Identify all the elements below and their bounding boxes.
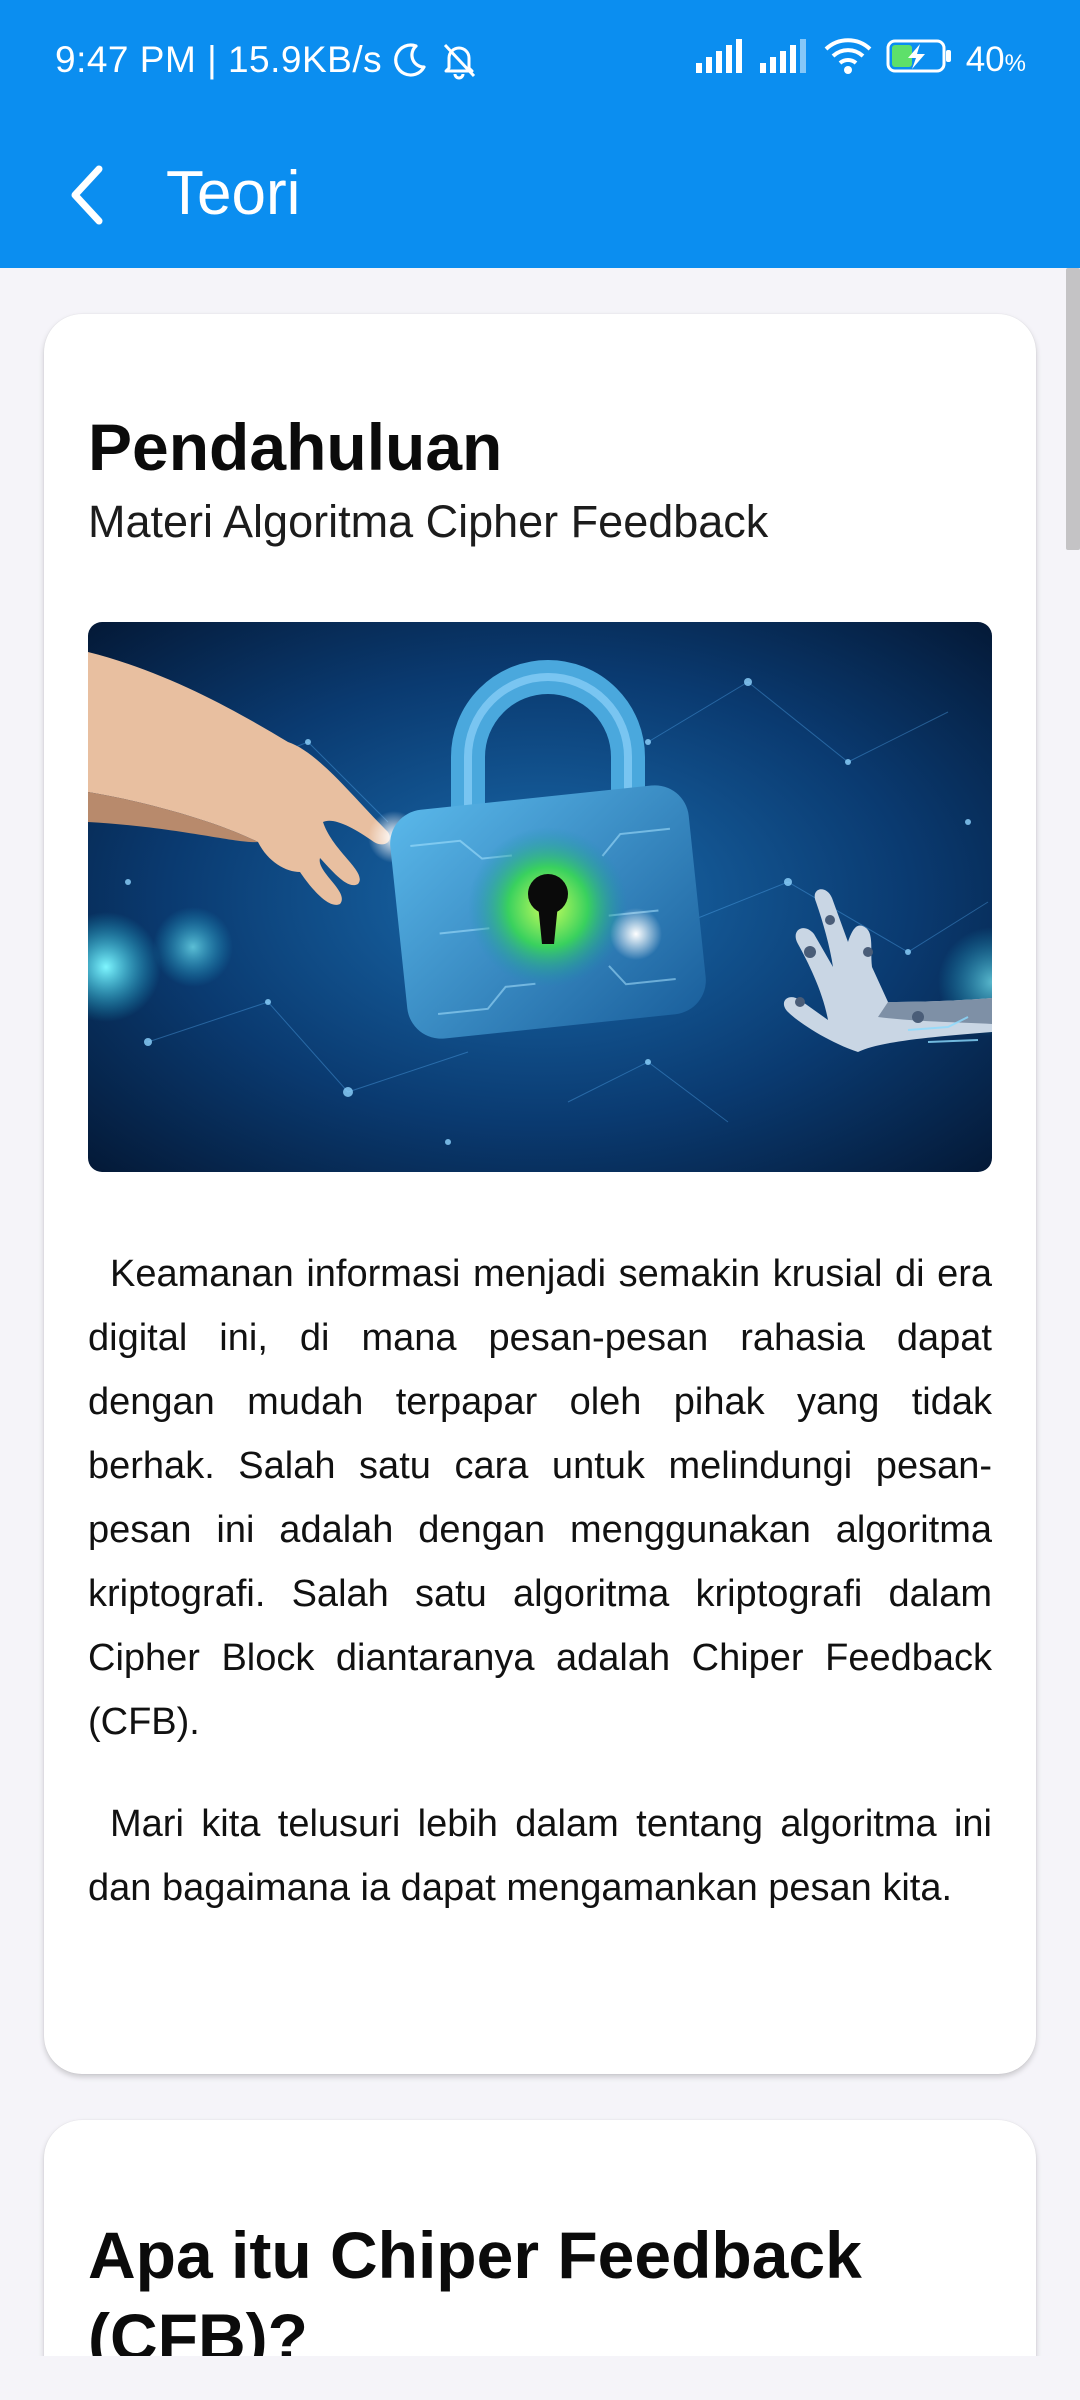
theory-screen: 9:47 PM | 15.9KB/s 40% Teori Pendahuluan… (0, 0, 1080, 2400)
card-title: Pendahuluan (88, 410, 503, 484)
status-bar: 9:47 PM | 15.9KB/s 40% (0, 0, 1080, 120)
moon-icon (390, 40, 430, 80)
wifi-icon (824, 37, 872, 84)
padlock-hands-illustration (88, 622, 992, 1172)
bell-off-icon (438, 39, 480, 81)
intro-paragraph: Keamanan informasi menjadi semakin krusi… (88, 1253, 992, 1743)
navigation-bar-area (0, 2356, 1080, 2400)
battery-percent: 40% (965, 40, 1026, 79)
scrollbar-thumb[interactable] (1066, 268, 1080, 550)
toolbar: Teori (0, 120, 1080, 268)
intro-card: Pendahuluan Materi Algoritma Cipher Feed… (44, 314, 1036, 2074)
battery-charging-icon (886, 38, 952, 83)
back-button[interactable] (42, 150, 132, 240)
status-time-speed: 9:47 PM | 15.9KB/s (55, 39, 383, 80)
signal-icon (759, 38, 810, 82)
signal-icon (695, 38, 746, 82)
intro-paragraph: Mari kita telusuri lebih dalam tentang a… (88, 1803, 992, 1909)
card-title: Apa itu Chiper Feedback (CFB)? (88, 2218, 862, 2374)
page-title: Teori (166, 159, 301, 228)
app-bar: 9:47 PM | 15.9KB/s 40% Teori (0, 0, 1080, 268)
status-right: 40% (695, 36, 1026, 84)
card-subtitle: Materi Algoritma Cipher Feedback (88, 496, 769, 547)
status-left: 9:47 PM | 15.9KB/s (55, 36, 480, 84)
chevron-left-icon (71, 165, 103, 225)
